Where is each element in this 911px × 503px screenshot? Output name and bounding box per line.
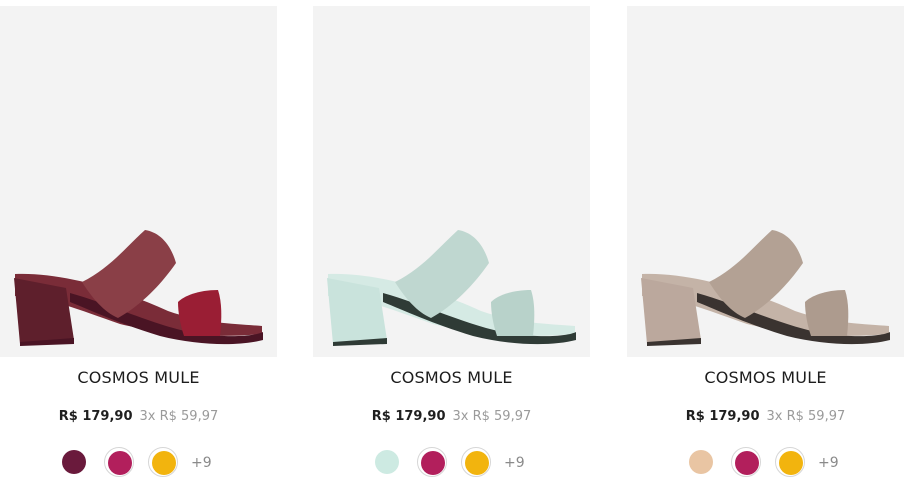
price-row: R$ 179,90 3x R$ 59,97 bbox=[0, 409, 277, 424]
swatch-dot bbox=[421, 451, 445, 475]
swatch-dot bbox=[465, 451, 489, 475]
color-swatch-magenta[interactable] bbox=[104, 447, 134, 477]
installment-price: 3x R$ 59,97 bbox=[452, 409, 532, 424]
color-swatch-mint[interactable] bbox=[372, 447, 402, 477]
installment-price: 3x R$ 59,97 bbox=[139, 409, 219, 424]
color-swatch-wine[interactable] bbox=[59, 447, 89, 477]
product-price: R$ 179,90 bbox=[685, 409, 760, 424]
installment-price: 3x R$ 59,97 bbox=[766, 409, 846, 424]
product-name[interactable]: COSMOS MULE bbox=[627, 368, 904, 387]
price-row: R$ 179,90 3x R$ 59,97 bbox=[627, 409, 904, 424]
swatch-dot bbox=[62, 450, 86, 474]
color-swatch-magenta[interactable] bbox=[731, 447, 761, 477]
product-image[interactable] bbox=[313, 6, 590, 357]
product-image[interactable] bbox=[627, 6, 904, 357]
swatch-dot bbox=[375, 450, 399, 474]
color-swatch-yellow[interactable] bbox=[775, 447, 805, 477]
swatch-dot bbox=[689, 450, 713, 474]
product-name[interactable]: COSMOS MULE bbox=[313, 368, 590, 387]
color-swatch-magenta[interactable] bbox=[417, 447, 447, 477]
color-swatch-yellow[interactable] bbox=[461, 447, 491, 477]
more-colors-link[interactable]: +9 bbox=[504, 455, 525, 471]
color-swatch-yellow[interactable] bbox=[148, 447, 178, 477]
product-price: R$ 179,90 bbox=[58, 409, 133, 424]
swatch-dot bbox=[779, 451, 803, 475]
swatch-dot bbox=[152, 451, 176, 475]
product-price: R$ 179,90 bbox=[371, 409, 446, 424]
product-card: COSMOS MULE R$ 179,90 3x R$ 59,97 +9 bbox=[0, 6, 277, 496]
swatch-dot bbox=[735, 451, 759, 475]
mule-sandal-icon bbox=[327, 230, 576, 346]
more-colors-link[interactable]: +9 bbox=[818, 455, 839, 471]
product-card: COSMOS MULE R$ 179,90 3x R$ 59,97 +9 bbox=[627, 6, 904, 496]
swatch-dot bbox=[108, 451, 132, 475]
product-image[interactable] bbox=[0, 6, 277, 357]
more-colors-link[interactable]: +9 bbox=[191, 455, 212, 471]
mule-sandal-icon bbox=[641, 230, 890, 346]
color-swatch-nude[interactable] bbox=[686, 447, 716, 477]
product-name[interactable]: COSMOS MULE bbox=[0, 368, 277, 387]
product-card: COSMOS MULE R$ 179,90 3x R$ 59,97 +9 bbox=[313, 6, 590, 496]
mule-sandal-icon bbox=[14, 230, 263, 346]
product-grid: COSMOS MULE R$ 179,90 3x R$ 59,97 +9 COSM… bbox=[0, 0, 911, 503]
price-row: R$ 179,90 3x R$ 59,97 bbox=[313, 409, 590, 424]
